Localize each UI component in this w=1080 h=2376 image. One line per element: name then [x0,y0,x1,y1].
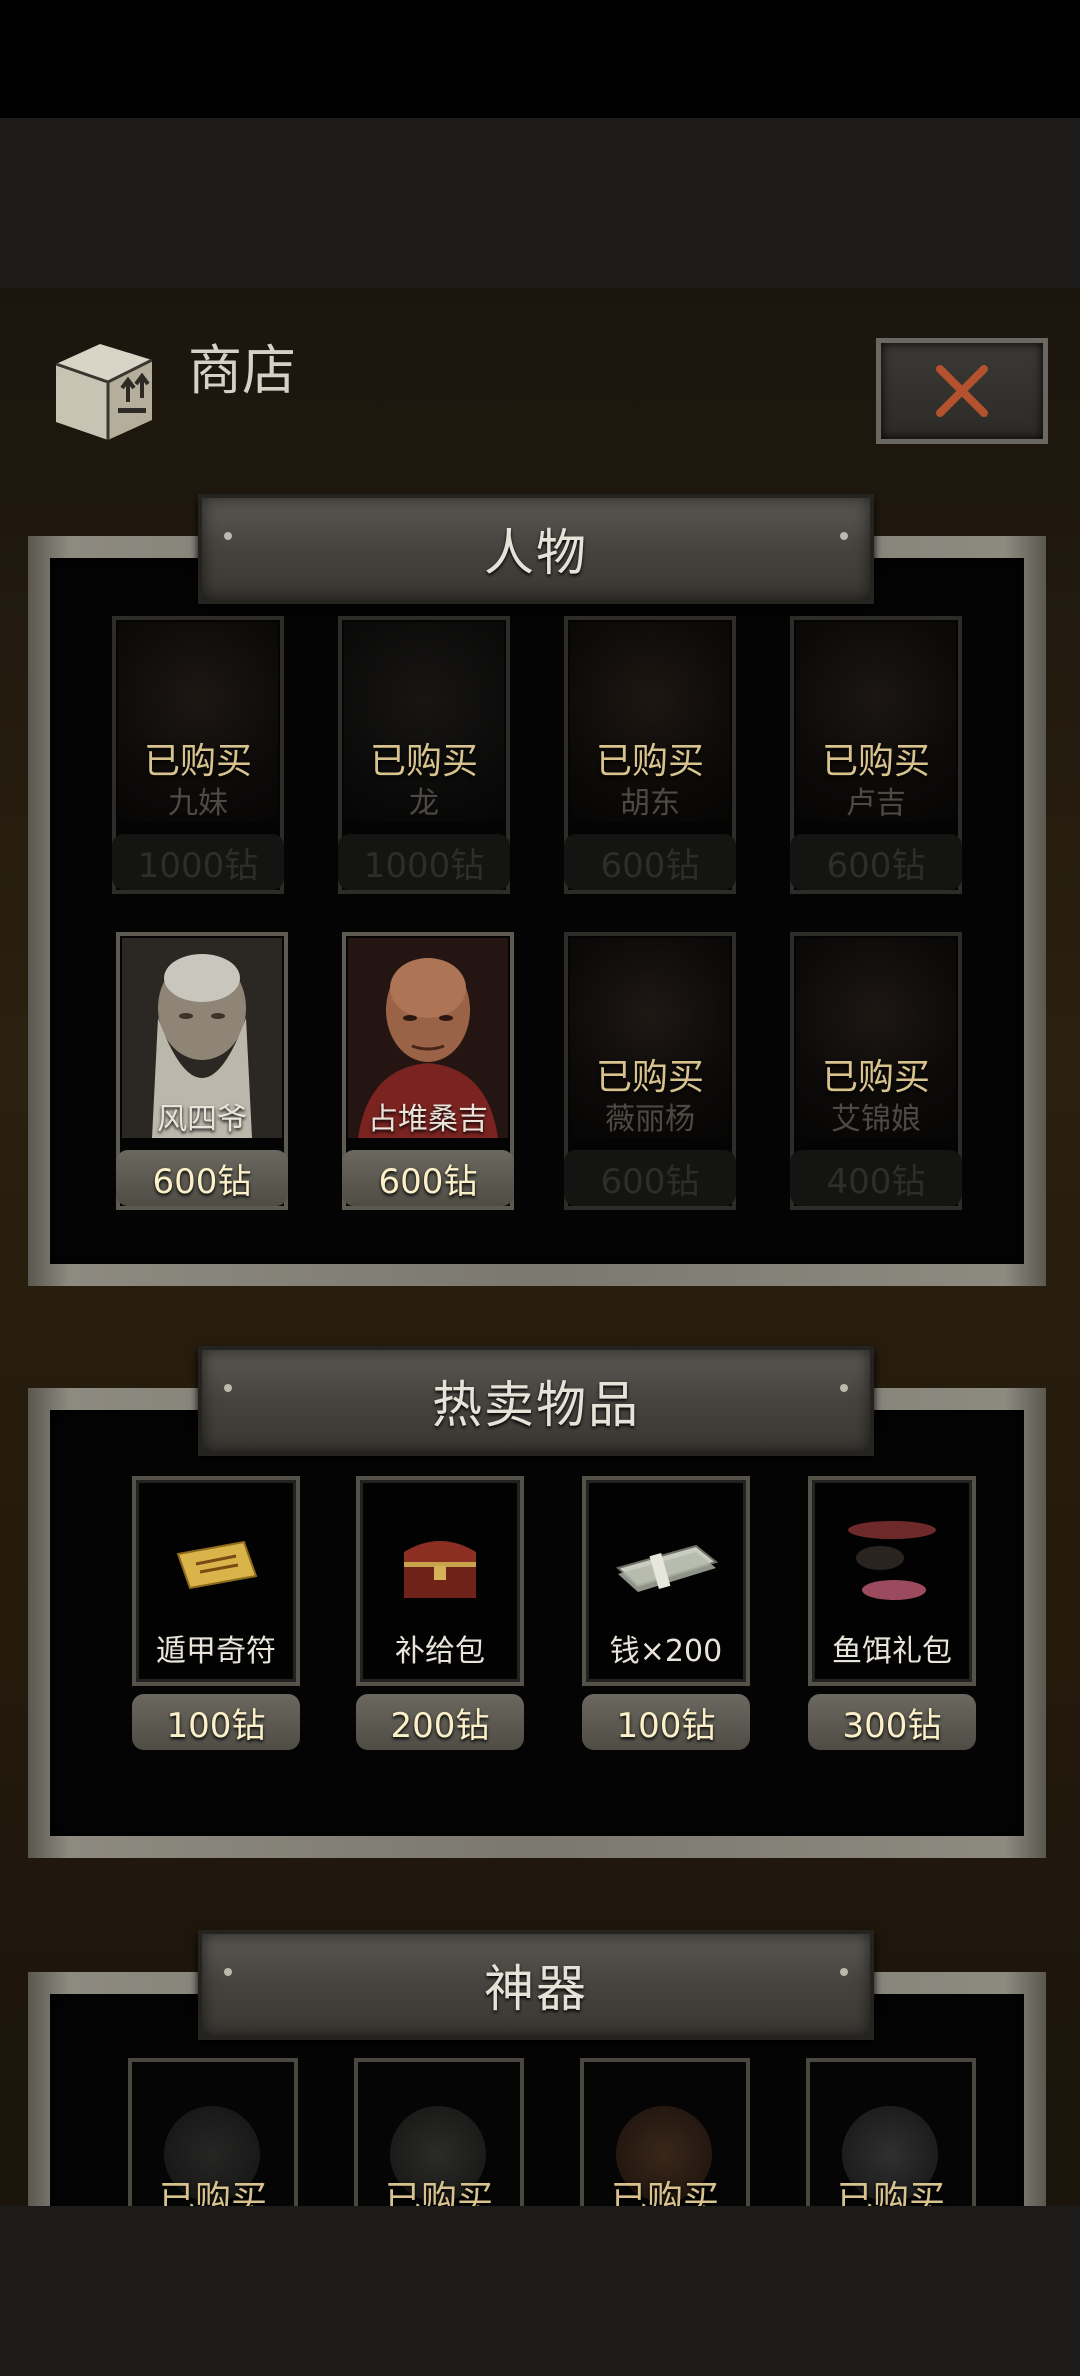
price-button[interactable]: 100钻 [132,1694,300,1750]
price-button[interactable]: 600钻 [116,1150,288,1206]
hot-items-section-title: 热卖物品 [198,1346,874,1456]
character-card[interactable]: 九妹 已购买 1000钻 [112,616,284,894]
page-title: 商店 [188,339,296,402]
price-button[interactable]: 100钻 [582,1694,750,1750]
character-card[interactable]: 风四爷 600钻 [116,932,288,1210]
shop-box-icon [55,344,153,440]
shop-item[interactable]: 遁甲奇符 100钻 [132,1476,300,1750]
navigation-bar [0,2206,1080,2376]
shop-item[interactable]: 钱×200 100钻 [582,1476,750,1750]
shop-item[interactable]: 鱼饵礼包 300钻 [808,1476,976,1750]
shop-screen: 商店 人物 九妹 已购买 1000钻 龙 已购买 1000钻 胡东 已购买 60… [0,288,1080,2206]
price-button[interactable]: 600钻 [564,1150,736,1206]
price-button[interactable]: 300钻 [808,1694,976,1750]
money-icon [615,1544,719,1592]
artifact-card[interactable]: 已购买 [580,2058,750,2206]
purchased-label: 已购买 [158,2179,267,2206]
price-button[interactable]: 200钻 [356,1694,524,1750]
characters-section-title: 人物 [198,494,874,604]
fishing-lure-icon [848,1521,936,1600]
status-bar [0,0,1080,118]
purchased-label: 已购买 [595,1057,704,1098]
price-button[interactable]: 600钻 [790,834,962,890]
shop-item[interactable]: 补给包 200钻 [356,1476,524,1750]
purchased-label: 已购买 [821,741,930,782]
character-card[interactable]: 卢吉 已购买 600钻 [790,616,962,894]
purchased-label: 已购买 [836,2179,945,2206]
price-button[interactable]: 1000钻 [338,834,510,890]
artifact-card[interactable]: 已购买 [806,2058,976,2206]
purchased-label: 已购买 [821,1057,930,1098]
purchased-label: 已购买 [369,741,478,782]
purchased-label: 已购买 [610,2179,719,2206]
price-button[interactable]: 600钻 [564,834,736,890]
chest-icon [404,1541,476,1598]
talisman-icon [176,1540,258,1590]
character-card[interactable]: 占堆桑吉 600钻 [342,932,514,1210]
close-button[interactable] [876,338,1048,444]
price-button[interactable]: 600钻 [342,1150,514,1206]
character-card[interactable]: 薇丽杨 已购买 600钻 [564,932,736,1210]
artifacts-section-title: 神器 [198,1930,874,2040]
purchased-label: 已购买 [143,741,252,782]
artifact-card[interactable]: 已购买 [128,2058,298,2206]
character-card[interactable]: 艾锦娘 已购买 400钻 [790,932,962,1210]
price-button[interactable]: 1000钻 [112,834,284,890]
character-card[interactable]: 胡东 已购买 600钻 [564,616,736,894]
purchased-label: 已购买 [384,2179,493,2206]
close-icon [936,365,988,417]
top-spacer [0,118,1080,288]
artifact-card[interactable]: 已购买 [354,2058,524,2206]
price-button[interactable]: 400钻 [790,1150,962,1206]
purchased-label: 已购买 [595,741,704,782]
character-card[interactable]: 龙 已购买 1000钻 [338,616,510,894]
